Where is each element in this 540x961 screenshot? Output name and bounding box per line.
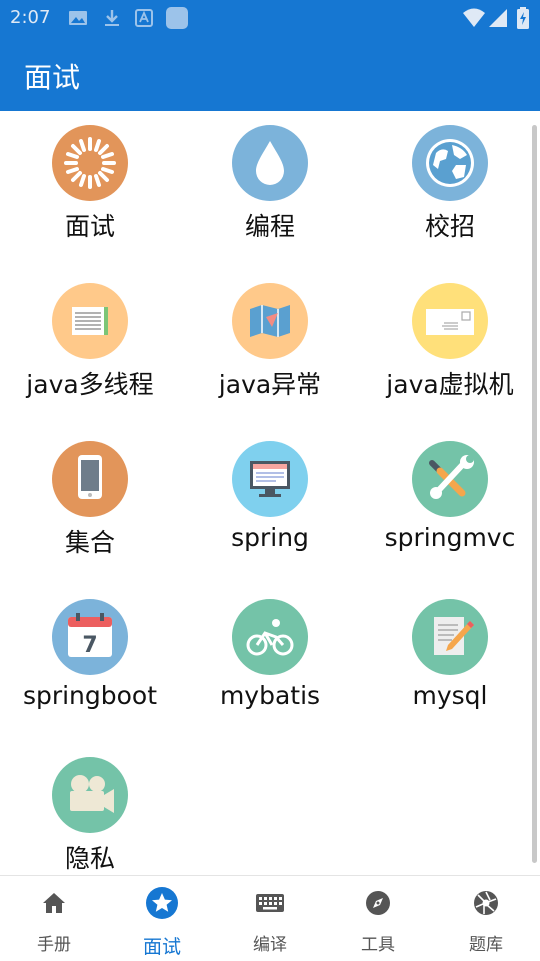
calendar-day: 7 [82, 633, 97, 658]
nav-label: 题库 [469, 935, 503, 955]
nav-label: 面试 [142, 936, 181, 958]
grid-item-label: mysql [412, 681, 488, 710]
grid-item-campus-recruit[interactable]: 校招 [360, 111, 540, 269]
video-camera-icon [52, 757, 128, 833]
text-notification-icon [135, 9, 153, 27]
grid-item-interview[interactable]: 面试 [0, 111, 180, 269]
app-notification-icon [166, 7, 188, 29]
map-icon [232, 283, 308, 359]
grid-item-java-multithread[interactable]: java多线程 [0, 269, 180, 427]
calendar-icon: 7 [52, 599, 128, 675]
grid-item-label: spring [231, 523, 309, 552]
monitor-icon [232, 441, 308, 517]
compass-icon [366, 891, 390, 915]
grid-item-label: java异常 [218, 370, 322, 399]
globe-icon [412, 125, 488, 201]
grid-item-spring[interactable]: spring [180, 427, 360, 585]
keyboard-icon [256, 894, 284, 912]
grid-item-mybatis[interactable]: mybatis [180, 585, 360, 743]
category-grid: 面试 编程 校招 java多线程 java异常 java虚拟机 集合 sprin… [0, 111, 540, 875]
status-bar: 2:07 [0, 0, 540, 36]
wifi-icon [463, 8, 485, 27]
grid-item-springboot[interactable]: 7 springboot [0, 585, 180, 743]
grid-item-springmvc[interactable]: springmvc [360, 427, 540, 585]
grid-item-label: springboot [22, 681, 158, 710]
nav-label: 工具 [361, 935, 395, 955]
grid-item-java-vm[interactable]: java虚拟机 [360, 269, 540, 427]
grid-item-programming[interactable]: 编程 [180, 111, 360, 269]
grid-item-privacy[interactable]: 隐私 [0, 743, 180, 875]
grid-item-label: java虚拟机 [386, 370, 514, 399]
nav-item-interview[interactable]: 面试 [108, 876, 216, 961]
grid-item-label: 集合 [64, 528, 115, 557]
grid-item-label: java多线程 [26, 370, 154, 399]
grid-item-mysql[interactable]: mysql [360, 585, 540, 743]
grid-item-label: 校招 [424, 212, 475, 241]
star-icon [146, 887, 178, 919]
app-bar: 面试 [0, 36, 540, 111]
nav-item-tools[interactable]: 工具 [324, 876, 432, 961]
aperture-icon [474, 891, 498, 915]
grid-item-label: 面试 [64, 212, 115, 241]
grid-item-label: 编程 [244, 212, 295, 241]
phone-icon [52, 441, 128, 517]
sunburst-icon [52, 125, 128, 201]
grid-item-collections[interactable]: 集合 [0, 427, 180, 585]
download-icon [105, 10, 119, 26]
cyclist-icon [232, 599, 308, 675]
grid-item-java-exception[interactable]: java异常 [180, 269, 360, 427]
wrench-screwdriver-icon [412, 441, 488, 517]
nav-label: 编译 [253, 935, 287, 955]
image-notification-icon [69, 11, 87, 25]
signal-icon [489, 9, 507, 27]
bottom-navigation: 手册 面试 编译 工具 题库 [0, 875, 540, 961]
battery-icon [517, 7, 529, 29]
grid-item-label: 隐私 [64, 844, 115, 873]
nav-item-question-bank[interactable]: 题库 [432, 876, 540, 961]
home-icon [43, 893, 65, 913]
envelope-icon [412, 283, 488, 359]
note-pencil-icon [412, 599, 488, 675]
page-title: 面试 [24, 61, 81, 94]
nav-item-manual[interactable]: 手册 [0, 876, 108, 961]
nav-label: 手册 [37, 935, 71, 955]
notepad-icon [52, 283, 128, 359]
status-time: 2:07 [10, 7, 51, 28]
grid-item-label: mybatis [219, 681, 321, 710]
water-drop-icon [232, 125, 308, 201]
nav-item-compile[interactable]: 编译 [216, 876, 324, 961]
grid-item-label: springmvc [384, 523, 516, 552]
